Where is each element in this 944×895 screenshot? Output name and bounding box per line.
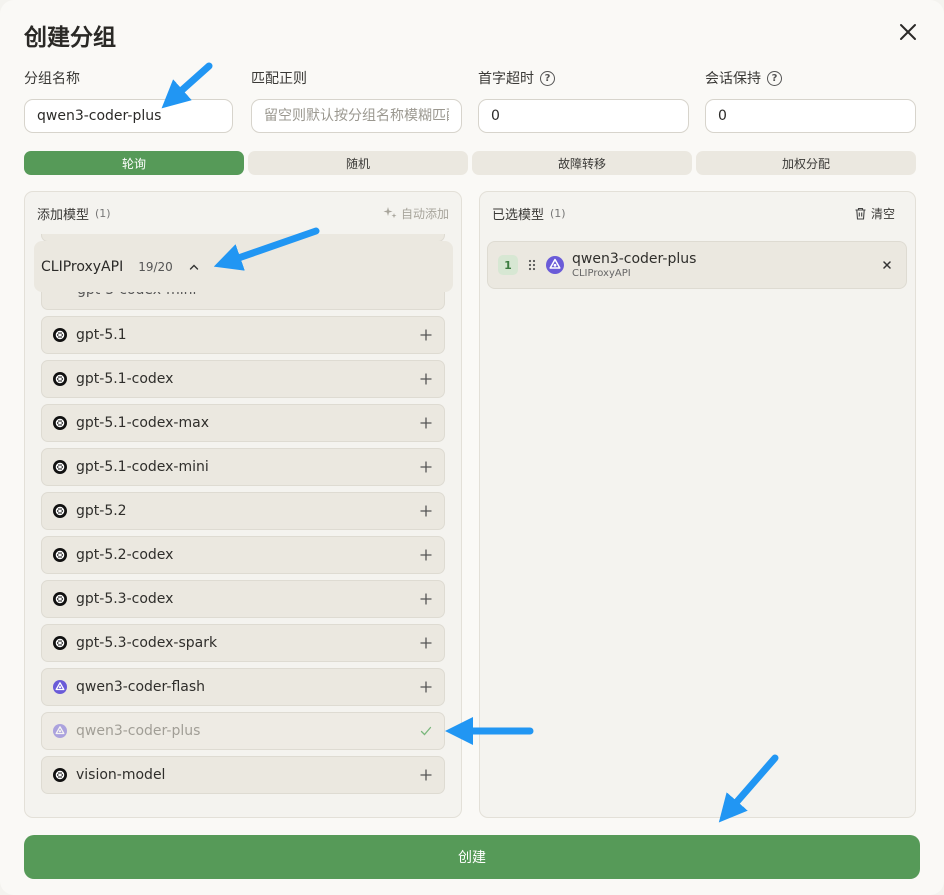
close-icon[interactable] xyxy=(896,20,920,44)
model-name: gpt-5.1 xyxy=(76,327,127,343)
qwen-icon xyxy=(546,256,564,274)
selected-models-header: 已选模型 (1) 清空 xyxy=(480,192,915,234)
plus-icon[interactable] xyxy=(420,769,432,781)
plus-icon[interactable] xyxy=(420,593,432,605)
dialog-title: 创建分组 xyxy=(24,25,116,51)
chevron-up-icon[interactable] xyxy=(189,262,199,272)
model-item[interactable]: gpt-5.1 xyxy=(41,316,445,354)
plus-icon[interactable] xyxy=(420,329,432,341)
tab-random[interactable]: 随机 xyxy=(248,151,468,175)
strategy-tabs: 轮询 随机 故障转移 加权分配 xyxy=(24,151,916,175)
plus-icon[interactable] xyxy=(420,681,432,693)
model-item[interactable]: gpt-5.1-codex-mini xyxy=(41,448,445,486)
plus-icon[interactable] xyxy=(420,637,432,649)
openai-icon xyxy=(53,416,67,430)
group-name-label: 分组名称 xyxy=(24,71,80,87)
model-name: vision-model xyxy=(76,767,166,783)
session-keep-label: 会话保持 ? xyxy=(705,68,782,88)
openai-icon xyxy=(53,328,67,342)
model-item[interactable]: gpt-5.1-codex-max xyxy=(41,404,445,442)
match-regex-label: 匹配正则 xyxy=(251,71,307,87)
selected-model-provider: CLIProxyAPI xyxy=(572,268,631,279)
add-models-count: (1) xyxy=(95,206,111,220)
model-item[interactable]: gpt-5.1-codex xyxy=(41,360,445,398)
model-item[interactable]: qwen3-coder-flash xyxy=(41,668,445,706)
help-icon[interactable]: ? xyxy=(540,70,555,86)
plus-icon[interactable] xyxy=(420,461,432,473)
model-item[interactable]: gpt-5.2-codex xyxy=(41,536,445,574)
openai-icon xyxy=(53,504,67,518)
plus-icon[interactable] xyxy=(420,549,432,561)
selected-models-title: 已选模型 xyxy=(492,207,545,223)
tab-round-robin[interactable]: 轮询 xyxy=(24,151,244,175)
group-name-input[interactable] xyxy=(24,99,233,133)
openai-icon xyxy=(53,768,67,782)
help-icon[interactable]: ? xyxy=(767,70,782,86)
remove-icon[interactable] xyxy=(882,260,892,270)
first-token-timeout-label: 首字超时 ? xyxy=(478,68,555,88)
model-name: gpt-5.3-codex xyxy=(76,591,174,607)
tab-failover[interactable]: 故障转移 xyxy=(472,151,692,175)
create-button[interactable]: 创建 xyxy=(24,835,920,879)
plus-icon[interactable] xyxy=(420,417,432,429)
selected-model-item[interactable]: 1 qwen3-coder-plus CLIProxyAPI xyxy=(487,241,907,289)
model-item[interactable]: vision-model xyxy=(41,756,445,794)
drag-handle-icon[interactable] xyxy=(528,259,536,271)
selected-models-count: (1) xyxy=(550,206,566,220)
model-item[interactable]: gpt-5.3-codex xyxy=(41,580,445,618)
selected-model-index: 1 xyxy=(498,255,518,275)
model-name: gpt-5.1-codex-max xyxy=(76,415,209,431)
model-name: gpt-5.1-codex xyxy=(76,371,174,387)
session-keep-input[interactable] xyxy=(705,99,916,133)
qwen-icon xyxy=(53,724,67,738)
match-regex-input[interactable] xyxy=(251,99,462,133)
model-name: qwen3-coder-flash xyxy=(76,679,206,695)
openai-icon xyxy=(53,460,67,474)
model-item[interactable]: gpt-5.2 xyxy=(41,492,445,530)
add-models-header: 添加模型 (1) 自动添加 xyxy=(25,192,461,234)
check-icon xyxy=(420,726,432,736)
tab-weighted[interactable]: 加权分配 xyxy=(696,151,916,175)
model-name: gpt-5.3-codex-spark xyxy=(76,635,218,651)
model-item[interactable]: gpt-5.3-codex-spark xyxy=(41,624,445,662)
openai-icon xyxy=(53,592,67,606)
model-name: gpt-5.2 xyxy=(76,503,127,519)
openai-icon xyxy=(53,372,67,386)
model-name: gpt-5.1-codex-mini xyxy=(76,459,209,475)
selected-model-text: qwen3-coder-plus CLIProxyAPI xyxy=(572,251,696,279)
selected-model-name: qwen3-coder-plus xyxy=(572,251,697,267)
model-name: qwen3-coder-plus xyxy=(76,723,201,739)
plus-icon[interactable] xyxy=(420,373,432,385)
qwen-icon xyxy=(53,680,67,694)
sparkle-icon xyxy=(383,207,397,219)
plus-icon[interactable] xyxy=(420,505,432,517)
openai-icon xyxy=(53,548,67,562)
create-group-dialog: 创建分组 分组名称 匹配正则 首字超时 ? 会话保持 ? 轮询 随机 故障转移 … xyxy=(0,0,944,895)
trash-icon xyxy=(855,207,866,220)
auto-add-button[interactable]: 自动添加 xyxy=(383,205,449,222)
provider-group-count: 19/20 xyxy=(138,259,173,274)
provider-group-name: CLIProxyAPI xyxy=(41,258,124,275)
model-item[interactable]: qwen3-coder-plus xyxy=(41,712,445,750)
first-token-timeout-input[interactable] xyxy=(478,99,689,133)
provider-group-header[interactable]: CLIProxyAPI 19/20 xyxy=(34,241,453,292)
model-name: gpt-5.2-codex xyxy=(76,547,174,563)
annotation-arrow xyxy=(161,62,213,109)
add-models-title: 添加模型 xyxy=(37,207,90,223)
openai-icon xyxy=(53,636,67,650)
clear-button[interactable]: 清空 xyxy=(854,205,895,222)
